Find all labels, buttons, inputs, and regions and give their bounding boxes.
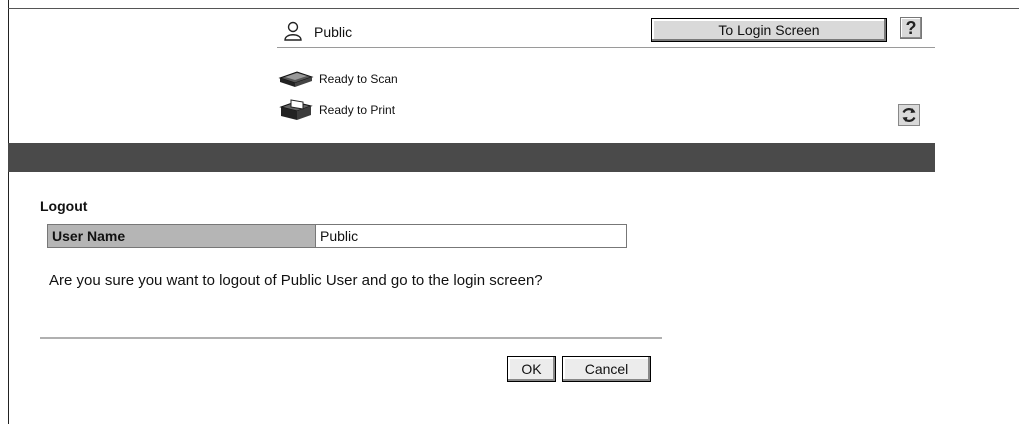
current-user-label: Public	[314, 24, 353, 40]
logout-title: Logout	[40, 198, 88, 214]
refresh-button[interactable]	[898, 104, 920, 126]
header-divider	[277, 47, 935, 48]
user-icon	[283, 21, 303, 41]
page-border-top	[8, 8, 1019, 9]
logout-confirm-message: Are you sure you want to logout of Publi…	[49, 272, 543, 289]
scanner-icon	[278, 71, 314, 87]
help-button[interactable]: ?	[900, 17, 922, 39]
refresh-icon	[902, 108, 916, 122]
user-name-label: User Name	[47, 224, 316, 248]
ok-button[interactable]: OK	[507, 356, 556, 382]
scan-status-label: Ready to Scan	[319, 72, 398, 86]
header-band	[8, 143, 935, 172]
page-border-left	[8, 0, 9, 424]
cancel-button[interactable]: Cancel	[562, 356, 651, 382]
table-row: User Name Public	[47, 224, 627, 248]
to-login-screen-button[interactable]: To Login Screen	[651, 18, 887, 42]
print-status: Ready to Print	[277, 99, 395, 121]
form-divider	[40, 337, 662, 339]
printer-icon	[279, 99, 313, 120]
scan-status: Ready to Scan	[277, 68, 398, 90]
user-name-value: Public	[315, 224, 627, 248]
user-info-table: User Name Public	[47, 224, 627, 248]
print-status-label: Ready to Print	[319, 103, 396, 117]
